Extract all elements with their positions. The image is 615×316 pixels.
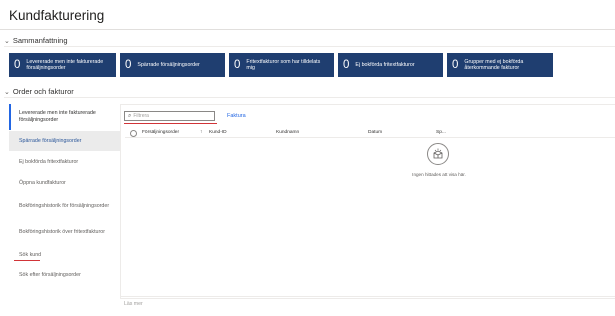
- chevron-down-icon: ⌄: [4, 37, 10, 45]
- nav-item-unposted-free-text[interactable]: Ej bokförda fritextfakturor: [9, 152, 120, 172]
- nav-item-open-invoices[interactable]: Öppna kundfakturor: [9, 174, 120, 192]
- nav-item-blocked-sales-orders[interactable]: Spärrade försäljningsorder: [9, 131, 120, 151]
- tile-count: 0: [234, 59, 241, 71]
- summary-heading: Sammanfattning: [12, 36, 68, 45]
- chevron-down-icon: ⌄: [4, 88, 10, 96]
- summary-tiles: 0 Levererade men inte fakturerade försäl…: [9, 53, 553, 77]
- select-all-checkbox[interactable]: [130, 130, 137, 137]
- annotation-underline: [124, 123, 217, 124]
- orders-section-toggle[interactable]: ⌄ Order och fakturor: [4, 87, 74, 96]
- nav-item-label: Bokföringshistorik för försäljningsorder: [19, 202, 110, 209]
- tile-count: 0: [452, 59, 459, 71]
- tile-count: 0: [343, 59, 350, 71]
- tile-unposted-free-text[interactable]: 0 Ej bokförda fritextfakturor: [338, 53, 443, 77]
- tile-count: 0: [125, 59, 132, 71]
- empty-box-icon: [427, 143, 449, 165]
- tile-label: Ej bokförda fritextfakturor: [355, 61, 415, 68]
- search-icon: ⌕: [128, 112, 132, 119]
- nav-item-label: Bokföringshistorik över fritextfakturor: [19, 228, 105, 235]
- nav-item-posting-history-free-text[interactable]: Bokföringshistorik över fritextfakturor: [9, 221, 120, 243]
- grid-header-divider: [125, 137, 615, 138]
- panel-footer-divider: [120, 296, 615, 297]
- orders-heading: Order och fakturor: [12, 87, 74, 96]
- nav-item-delivered-not-invoiced[interactable]: Levererade men inte fakturerade försäljn…: [9, 104, 120, 130]
- tile-count: 0: [14, 59, 21, 71]
- page-title: Kundfakturering: [9, 8, 105, 23]
- empty-message: Ingen hittades att visa här.: [412, 172, 466, 177]
- nav-item-label: Sök efter försäljningsorder: [19, 271, 81, 278]
- tile-label: Spärrade försäljningsorder: [137, 61, 200, 68]
- column-header-status[interactable]: Sp...: [436, 130, 446, 135]
- nav-item-label: Sök kund: [19, 251, 42, 258]
- tile-label: Levererade men inte fakturerade försäljn…: [26, 58, 104, 72]
- filter-box[interactable]: ⌕: [124, 111, 215, 121]
- orders-divider: [4, 97, 615, 98]
- orders-nav: Levererade men inte fakturerade försäljn…: [9, 104, 120, 294]
- column-header-date[interactable]: Datum: [368, 130, 382, 135]
- nav-item-posting-history-sales[interactable]: Bokföringshistorik för försäljningsorder: [9, 195, 120, 217]
- filter-input[interactable]: [133, 113, 204, 119]
- nav-item-label: Spärrade försäljningsorder: [19, 137, 82, 144]
- summary-section-toggle[interactable]: ⌄ Sammanfattning: [4, 36, 68, 45]
- column-header-sales-order[interactable]: Försäljningsorder: [142, 130, 179, 135]
- column-header-customer-id[interactable]: Kund-ID: [209, 130, 227, 135]
- annotation-underline: [14, 260, 40, 261]
- read-more-link[interactable]: Läs mer: [124, 301, 143, 307]
- column-header-customer-name[interactable]: Kundnamn: [276, 130, 299, 135]
- tile-label: Fritextfakturor som har tilldelats mig: [246, 58, 321, 72]
- tile-delivered-not-invoiced[interactable]: 0 Levererade men inte fakturerade försäl…: [9, 53, 116, 77]
- nav-item-label: Levererade men inte fakturerade försäljn…: [19, 110, 96, 123]
- tile-label: Grupper med ej bokförda återkommande fak…: [464, 58, 524, 72]
- summary-divider: [4, 46, 615, 47]
- tile-blocked-sales-orders[interactable]: 0 Spärrade försäljningsorder: [120, 53, 225, 77]
- sort-ascending-icon[interactable]: ↑: [200, 130, 202, 135]
- faktura-button[interactable]: Faktura: [227, 113, 246, 119]
- nav-item-search-sales-order[interactable]: Sök efter försäljningsorder: [9, 268, 120, 282]
- nav-item-label: Öppna kundfakturor: [19, 179, 66, 186]
- header-divider: [0, 29, 615, 30]
- nav-item-label: Ej bokförda fritextfakturor: [19, 158, 79, 165]
- tile-recurring-groups[interactable]: 0 Grupper med ej bokförda återkommande f…: [447, 53, 553, 77]
- grid-header: Försäljningsorder ↑ Kund-ID Kundnamn Dat…: [125, 129, 615, 137]
- tile-free-text-assigned[interactable]: 0 Fritextfakturor som har tilldelats mig: [229, 53, 334, 77]
